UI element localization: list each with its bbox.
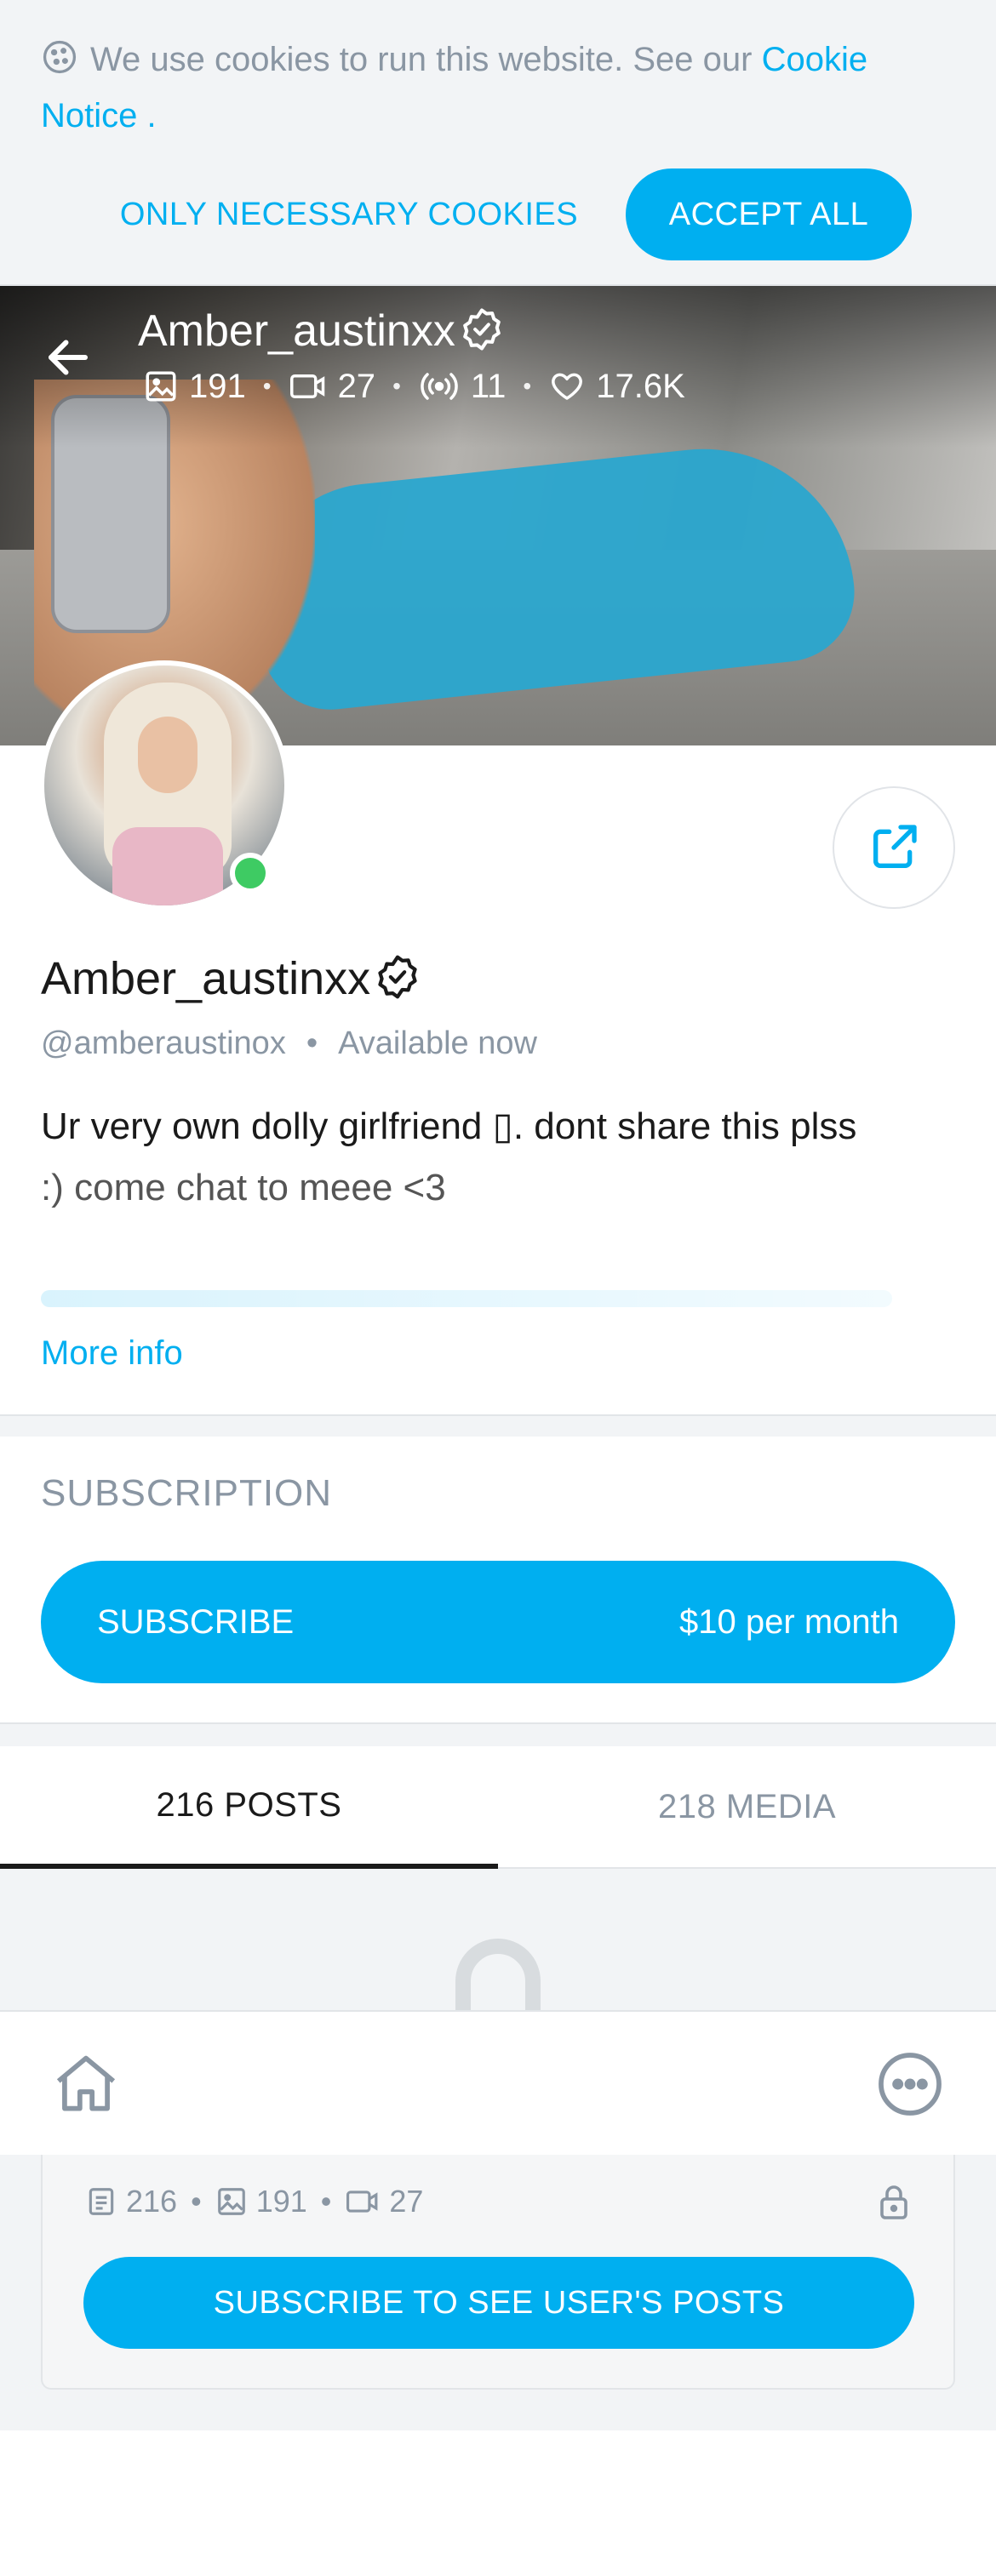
more-icon [879,2053,942,2116]
locked-photos-count: 191 [255,2184,307,2219]
locked-stats: 216 • 191 • 27 [85,2184,423,2219]
lock-icon [877,2184,911,2225]
tab-media[interactable]: 218 MEDIA [498,1746,996,1869]
handle-line: @amberaustinox • Available now [41,1020,537,1067]
content-tabs: 216 POSTS 218 MEDIA [0,1746,996,1869]
bio: Ur very own dolly girlfriend ▯. dont sha… [41,1096,960,1219]
photos-stat: 191 [143,363,246,410]
likes-count: 17.6K [596,368,685,405]
cover-username: Amber_austinxx [138,301,505,368]
streams-stat: 11 [418,363,507,410]
posts-stat: 216 [85,2184,177,2219]
stream-icon [421,373,458,400]
only-necessary-cookies-button[interactable]: ONLY NECESSARY COOKIES [111,168,587,260]
cover-username-text: Amber_austinxx [138,306,455,356]
image-icon [217,2188,245,2215]
handle: @amberaustinox [41,1025,286,1061]
stat-separator: • [191,2184,202,2219]
locked-posts-card: 216 • 191 • 27 SUBSCRIBE TO SEE USER'S P… [41,2155,955,2390]
availability-status: Available now [338,1025,537,1061]
subscribe-price: $10 per month [679,1602,899,1641]
bottom-nav [0,2010,996,2155]
verified-icon [374,953,421,1018]
subscribe-to-see-posts-button[interactable]: SUBSCRIBE TO SEE USER'S POSTS [83,2257,914,2349]
subscribe-button[interactable]: SUBSCRIBE $10 per month [41,1561,955,1683]
handle-separator: • [306,1025,318,1061]
avatar-top [112,827,223,905]
bio-line-1: Ur very own dolly girlfriend ▯. dont sha… [41,1105,857,1147]
home-icon [56,2055,116,2111]
profile-page: We use cookies to run this website. See … [0,0,996,2576]
locked-posts-count: 216 [126,2184,178,2219]
heart-icon [552,373,583,400]
cookie-message: We use cookies to run this website. See … [41,34,960,141]
videos-stat: 27 [289,363,376,410]
bio-line-2: :) come chat to meee <3 [41,1167,446,1208]
home-button[interactable] [49,2048,123,2121]
likes-stat: 17.6K [548,363,685,410]
stat-separator: • [392,373,401,399]
cookie-suffix: . [137,97,157,134]
streams-count: 11 [470,368,507,405]
profile-name-text: Amber_austinxx [41,953,371,1004]
stat-separator: • [262,373,272,399]
stat-separator: • [320,2184,332,2219]
photos-stat: 191 [215,2184,307,2219]
stat-separator: • [523,373,532,399]
cookie-text: We use cookies to run this website. See … [90,41,753,78]
section-gap [0,1724,996,1746]
profile-name: Amber_austinxx [41,946,421,1018]
more-button[interactable] [873,2048,947,2121]
more-info-link[interactable]: More info [41,1328,183,1379]
lock-icon [439,1928,557,2014]
verified-icon [459,306,505,368]
bio-fade [41,1290,892,1307]
videos-count: 27 [337,368,376,405]
subscribe-label: SUBSCRIBE [97,1602,295,1641]
share-button[interactable] [833,786,955,909]
cover-stats: 191 • 27 • 11 • 17.6K [143,363,685,410]
locked-videos-count: 27 [389,2184,424,2219]
posts-icon [89,2188,114,2215]
online-indicator [230,853,271,894]
share-icon [873,825,917,868]
subscription-title: SUBSCRIPTION [41,1472,333,1514]
accept-all-button[interactable]: ACCEPT ALL [626,168,912,260]
image-icon [146,371,176,402]
section-gap [0,1416,996,1437]
cookie-banner: We use cookies to run this website. See … [0,0,996,286]
video-icon [289,374,324,398]
avatar-face [138,717,197,793]
back-button[interactable] [43,332,94,383]
photos-count: 191 [189,368,246,405]
cookie-icon [41,38,78,90]
tab-posts[interactable]: 216 POSTS [0,1746,498,1869]
back-arrow-icon [49,340,88,375]
video-icon [346,2190,378,2213]
videos-stat: 27 [345,2184,423,2219]
